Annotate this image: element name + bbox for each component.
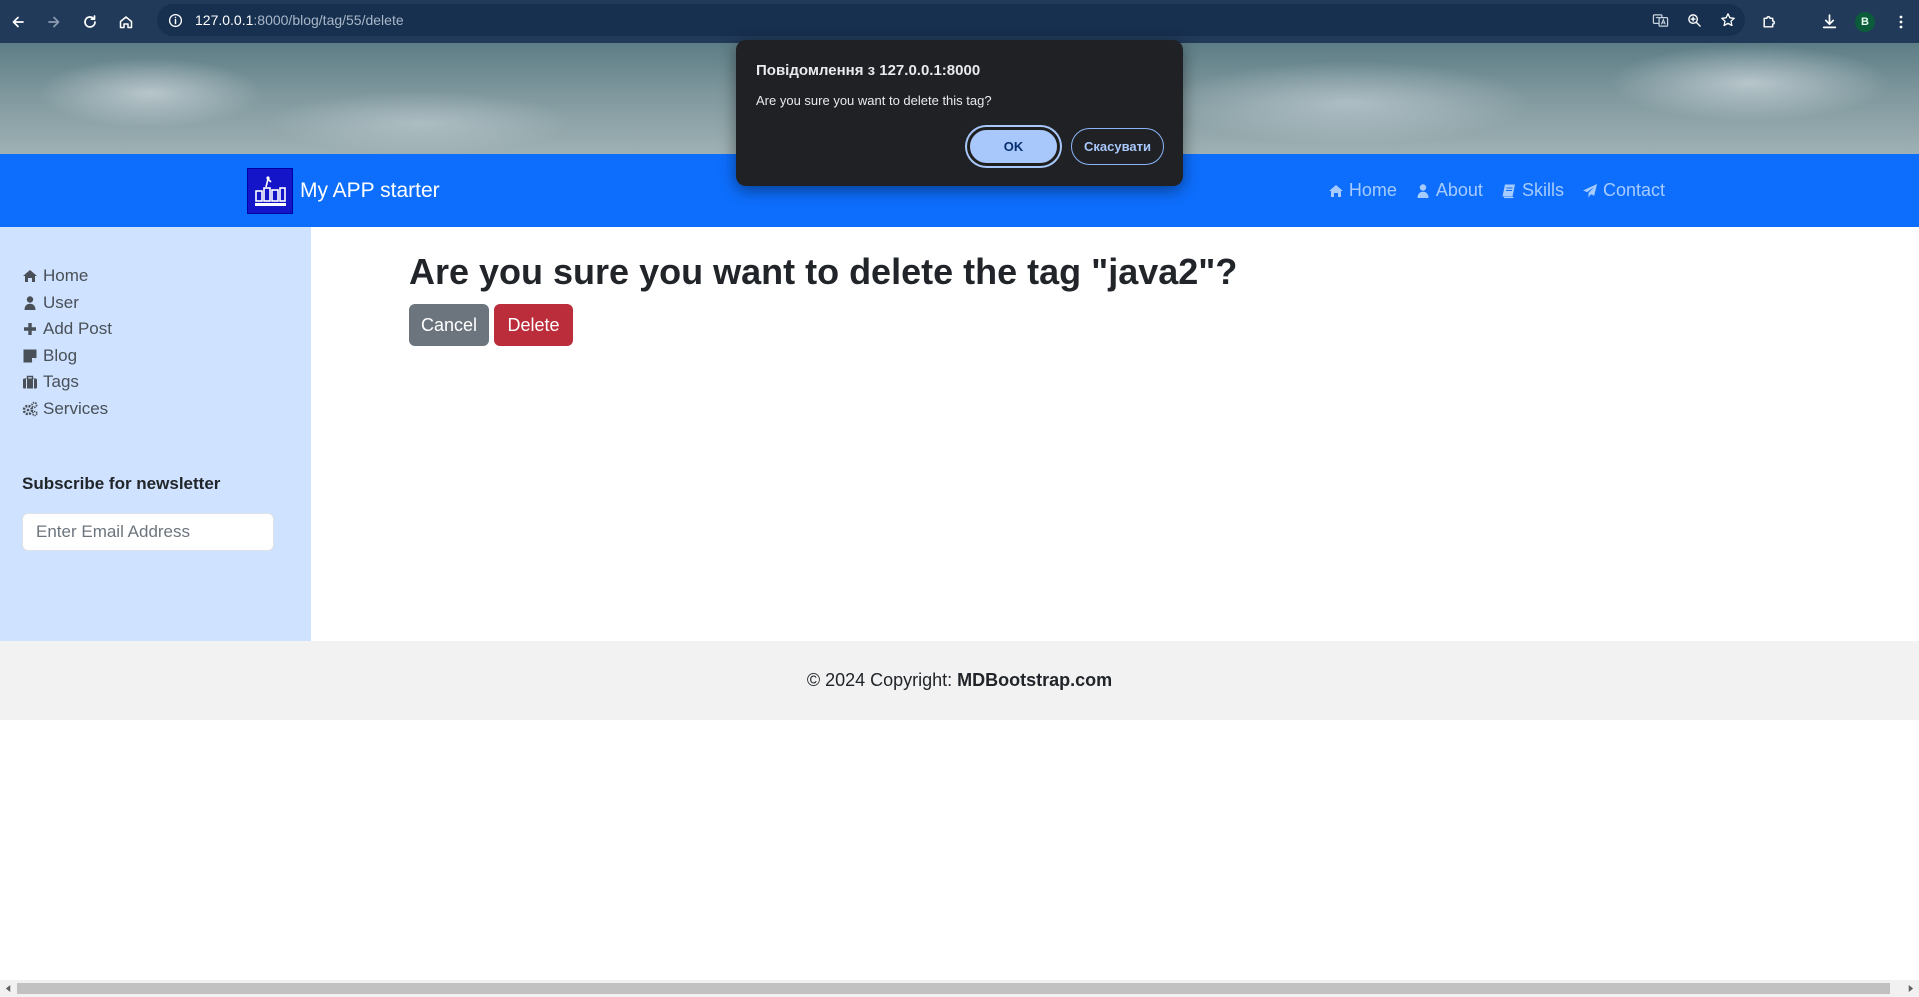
scrollbar-thumb[interactable] bbox=[17, 983, 1890, 994]
forward-button[interactable] bbox=[36, 4, 72, 40]
home-icon bbox=[1328, 184, 1343, 197]
sidebar-item-user[interactable]: User bbox=[22, 290, 112, 317]
sidebar-menu: Home User Add Post Blog Tags Services bbox=[22, 263, 112, 422]
menu-dots-icon[interactable] bbox=[1883, 0, 1919, 43]
bookmark-star-icon[interactable] bbox=[1711, 4, 1745, 36]
user-icon bbox=[1417, 183, 1429, 198]
page-title: Are you sure you want to delete the tag … bbox=[409, 251, 1238, 292]
plus-icon bbox=[24, 323, 36, 336]
dialog-title: Повідомлення з 127.0.0.1:8000 bbox=[756, 62, 981, 79]
cogs-icon bbox=[22, 401, 38, 417]
scroll-left-icon[interactable] bbox=[0, 980, 17, 997]
nav-contact-label: Contact bbox=[1602, 180, 1665, 200]
briefcase-icon bbox=[23, 376, 37, 389]
nav-about-label: About bbox=[1435, 180, 1483, 200]
download-icon[interactable] bbox=[1811, 0, 1847, 43]
browser-toolbar: 127.0.0.1:8000/blog/tag/55/delete B bbox=[0, 0, 1919, 43]
sidebar-item-tags[interactable]: Tags bbox=[22, 369, 112, 396]
delete-button[interactable]: Delete bbox=[494, 304, 573, 346]
home-button[interactable] bbox=[108, 4, 144, 40]
main-nav: Home About Skills Contact bbox=[1328, 154, 1665, 227]
back-icon bbox=[12, 16, 24, 27]
sidebar-item-label: Blog bbox=[43, 345, 78, 365]
nav-about[interactable]: About bbox=[1415, 180, 1483, 201]
nav-home[interactable]: Home bbox=[1328, 180, 1397, 201]
dialog-cancel-button[interactable]: Скасувати bbox=[1071, 128, 1164, 165]
dialog-message: Are you sure you want to delete this tag… bbox=[756, 93, 992, 108]
brand-name: My APP starter bbox=[300, 179, 440, 202]
nav-skills-label: Skills bbox=[1521, 180, 1564, 200]
address-bar[interactable]: 127.0.0.1:8000/blog/tag/55/delete bbox=[157, 4, 1745, 36]
sidebar-item-home[interactable]: Home bbox=[22, 263, 112, 290]
reload-button[interactable] bbox=[72, 4, 108, 40]
reload-icon bbox=[84, 14, 96, 28]
url-host: 127.0.0.1 bbox=[195, 12, 254, 28]
forward-icon bbox=[48, 16, 60, 27]
sidebar-item-label: Add Post bbox=[43, 319, 112, 339]
cancel-button[interactable]: Cancel bbox=[409, 304, 489, 346]
home-icon bbox=[119, 15, 133, 28]
email-field[interactable] bbox=[22, 513, 274, 551]
url-path: :8000/blog/tag/55/delete bbox=[253, 12, 404, 28]
footer-copyright: © 2024 Copyright: bbox=[806, 670, 953, 690]
sidebar-item-label: Services bbox=[43, 398, 109, 418]
confirm-dialog: Повідомлення з 127.0.0.1:8000 Are you su… bbox=[736, 40, 1183, 186]
brand-logo bbox=[247, 168, 293, 214]
info-icon[interactable] bbox=[167, 12, 183, 28]
horizontal-scrollbar[interactable] bbox=[0, 980, 1919, 997]
sticky-note-icon bbox=[23, 349, 37, 363]
newsletter-title: Subscribe for newsletter bbox=[22, 474, 221, 493]
back-button[interactable] bbox=[0, 4, 36, 40]
user-icon bbox=[24, 296, 36, 310]
home-icon bbox=[23, 270, 37, 283]
translate-icon[interactable] bbox=[1643, 4, 1677, 36]
sidebar-item-add-post[interactable]: Add Post bbox=[22, 316, 112, 343]
footer-link[interactable]: MDBootstrap.com bbox=[957, 670, 1112, 691]
sidebar: Home User Add Post Blog Tags Services Su… bbox=[0, 227, 311, 641]
url-text: 127.0.0.1:8000/blog/tag/55/delete bbox=[195, 12, 404, 28]
brand-link[interactable]: My APP starter bbox=[247, 168, 440, 214]
footer: © 2024 Copyright: MDBootstrap.com bbox=[0, 641, 1919, 720]
nav-contact[interactable]: Contact bbox=[1582, 180, 1665, 201]
sidebar-item-label: User bbox=[43, 292, 79, 312]
nav-skills[interactable]: Skills bbox=[1501, 180, 1564, 201]
paper-plane-icon bbox=[1582, 183, 1597, 197]
nav-home-label: Home bbox=[1348, 180, 1397, 200]
profile-avatar[interactable]: B bbox=[1847, 0, 1883, 43]
sidebar-item-label: Home bbox=[43, 266, 89, 286]
dialog-ok-button[interactable]: OK bbox=[967, 127, 1060, 166]
zoom-icon[interactable] bbox=[1677, 4, 1711, 36]
scroll-right-icon[interactable] bbox=[1902, 980, 1919, 997]
sidebar-item-blog[interactable]: Blog bbox=[22, 343, 112, 370]
extensions-icon[interactable] bbox=[1751, 0, 1787, 43]
sidebar-item-label: Tags bbox=[43, 372, 79, 392]
toolbar-spacer bbox=[1787, 0, 1811, 43]
profile-initial: B bbox=[1855, 11, 1875, 32]
sidebar-item-services[interactable]: Services bbox=[22, 396, 112, 423]
book-icon bbox=[1502, 184, 1515, 198]
